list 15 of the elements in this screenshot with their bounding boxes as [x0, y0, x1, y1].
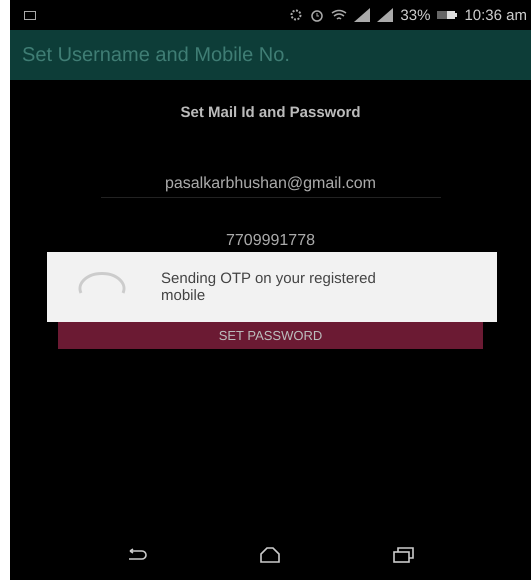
home-icon[interactable]: [259, 547, 282, 563]
mobile-field[interactable]: 7709991778: [170, 228, 370, 255]
alarm-icon: [310, 8, 324, 22]
dialog-message: Sending OTP on your registered mobile: [161, 270, 377, 304]
recent-apps-icon[interactable]: [393, 547, 416, 563]
email-field[interactable]: pasalkarbhushan@gmail.com: [100, 171, 440, 198]
battery-icon: [437, 10, 458, 20]
signal-icon: [377, 8, 394, 22]
battery-percentage: 33%: [400, 6, 430, 24]
screen-icon: [24, 10, 36, 20]
section-heading: Set Mail Id and Password: [180, 104, 361, 121]
app-bar-title: Set Username and Mobile No.: [22, 44, 290, 66]
signal-icon: [354, 8, 370, 22]
wifi-icon: [331, 9, 348, 21]
clock-time: 10:36 am: [464, 6, 527, 24]
